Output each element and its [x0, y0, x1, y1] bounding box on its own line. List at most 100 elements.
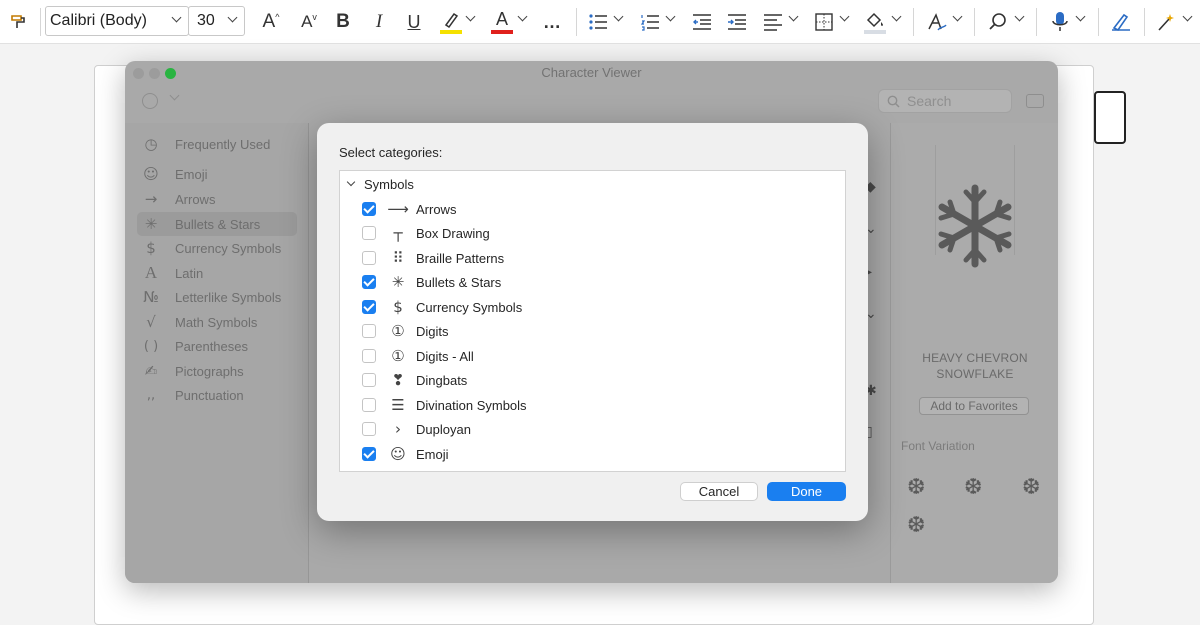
character-inspector: HEAVY CHEVRON SNOWFLAKE Add to Favorites…	[890, 123, 1058, 583]
more-options-button[interactable]: …	[540, 6, 564, 38]
category-list[interactable]: Symbols ⟶ Arrows ┬ Box Drawing ⠿ Braille…	[339, 170, 846, 472]
bullets-button[interactable]	[586, 6, 610, 38]
category-row-currency[interactable]: $ Currency Symbols	[362, 296, 522, 318]
category-row-bullets-stars[interactable]: ✳ Bullets & Stars	[362, 271, 501, 293]
numero-icon: №	[139, 288, 163, 306]
decrease-indent-button[interactable]	[690, 6, 714, 38]
sidebar-item-latin[interactable]: A Latin	[137, 261, 297, 285]
category-row-duployan[interactable]: › Duployan	[362, 418, 471, 440]
chevron-down-icon[interactable]	[614, 12, 624, 22]
heart-icon: ❣	[386, 371, 410, 389]
chevron-down-icon[interactable]	[170, 91, 180, 101]
category-label: Duployan	[416, 422, 471, 437]
punctuation-icon: ,,	[139, 388, 163, 403]
sidebar-item-parentheses[interactable]: ( ) Parentheses	[137, 334, 297, 358]
checkbox[interactable]	[362, 398, 376, 412]
category-row-braille[interactable]: ⠿ Braille Patterns	[362, 247, 504, 269]
smiley-menu-icon[interactable]	[142, 93, 158, 109]
arrow-icon: →	[139, 190, 163, 208]
cancel-button[interactable]: Cancel	[680, 482, 758, 501]
checkbox[interactable]	[362, 373, 376, 387]
font-variation-glyph[interactable]: ❆	[907, 475, 925, 500]
category-row-box-drawing[interactable]: ┬ Box Drawing	[362, 222, 490, 244]
checkbox[interactable]	[362, 202, 376, 216]
font-variation-glyph[interactable]: ❆	[1022, 475, 1040, 500]
category-sidebar: ◷ Frequently Used ☺ Emoji → Arrows ✳ Bul…	[125, 123, 309, 583]
snowflake-icon	[935, 151, 1015, 271]
dictate-button[interactable]	[1048, 6, 1072, 38]
toolbar-separator	[974, 8, 975, 36]
character-name-line2: SNOWFLAKE	[891, 366, 1058, 382]
underline-button[interactable]: U	[403, 6, 425, 38]
character-preview	[935, 151, 1015, 271]
highlight-button[interactable]	[438, 6, 464, 38]
smiley-icon: ☺	[386, 445, 410, 463]
font-variation-glyph[interactable]: ❆	[907, 513, 925, 538]
sidebar-item-emoji[interactable]: ☺ Emoji	[137, 162, 297, 186]
category-group-symbols[interactable]: Symbols	[340, 173, 414, 195]
bold-button[interactable]: B	[332, 6, 354, 38]
sidebar-item-bullets-stars[interactable]: ✳ Bullets & Stars	[137, 212, 297, 236]
sidebar-item-letterlike[interactable]: № Letterlike Symbols	[137, 285, 297, 309]
checkbox[interactable]	[362, 226, 376, 240]
font-variation-glyph[interactable]: ❆	[964, 475, 982, 500]
align-button[interactable]	[761, 6, 785, 38]
sidebar-item-pictographs[interactable]: ✍ Pictographs	[137, 359, 297, 383]
chevron-down-icon[interactable]	[840, 12, 850, 22]
chevron-down-icon[interactable]	[666, 12, 676, 22]
shrink-font-button[interactable]: Av	[296, 6, 322, 38]
sidebar-item-math[interactable]: √ Math Symbols	[137, 310, 297, 334]
chevron-down-icon[interactable]	[1015, 12, 1025, 22]
bold-icon: B	[336, 11, 350, 33]
category-row-digits-all[interactable]: ① Digits - All	[362, 345, 474, 367]
checkbox[interactable]	[362, 324, 376, 338]
chevron-down-icon[interactable]	[518, 12, 528, 22]
font-color-button[interactable]: A	[489, 6, 515, 38]
category-row-digits[interactable]: ① Digits	[362, 320, 449, 342]
styles-button[interactable]	[925, 6, 949, 38]
add-to-favorites-button[interactable]: Add to Favorites	[919, 397, 1029, 415]
font-size-dropdown[interactable]: 30	[188, 6, 245, 36]
done-button[interactable]: Done	[767, 482, 846, 501]
checkbox[interactable]	[362, 300, 376, 314]
checkbox[interactable]	[362, 349, 376, 363]
category-row-arrows[interactable]: ⟶ Arrows	[362, 198, 456, 220]
chevron-down-icon[interactable]	[892, 12, 902, 22]
chevron-down-icon[interactable]	[1076, 12, 1086, 22]
chevron-down-icon[interactable]	[789, 12, 799, 22]
find-button[interactable]	[986, 6, 1010, 38]
chevron-down-icon[interactable]	[466, 12, 476, 22]
sidebar-item-arrows[interactable]: → Arrows	[137, 187, 297, 211]
sidebar-toggle-icon[interactable]	[1026, 94, 1044, 108]
toolbar-separator	[913, 8, 914, 36]
chevron-down-icon[interactable]	[953, 12, 963, 22]
checkbox[interactable]	[362, 275, 376, 289]
grow-font-button[interactable]: A^	[258, 6, 284, 38]
editor-pen-icon	[1110, 12, 1132, 32]
shading-button[interactable]	[862, 6, 888, 38]
chevron-down-icon[interactable]	[1183, 12, 1193, 22]
increase-indent-button[interactable]	[725, 6, 749, 38]
parentheses-icon: ( )	[139, 339, 163, 354]
toolbar-separator	[1098, 8, 1099, 36]
category-row-dingbats[interactable]: ❣ Dingbats	[362, 369, 467, 391]
category-row-divination[interactable]: ☰ Divination Symbols	[362, 394, 527, 416]
sidebar-item-frequently-used[interactable]: ◷ Frequently Used	[137, 132, 297, 156]
checkbox[interactable]	[362, 251, 376, 265]
format-painter-icon[interactable]	[4, 6, 34, 38]
italic-button[interactable]: I	[368, 6, 390, 38]
search-input[interactable]: Search	[878, 89, 1012, 113]
checkbox[interactable]	[362, 447, 376, 461]
editor-button[interactable]	[1108, 6, 1134, 38]
sidebar-item-currency[interactable]: $ Currency Symbols	[137, 236, 297, 260]
font-name-dropdown[interactable]: Calibri (Body)	[45, 6, 189, 36]
category-row-emoji[interactable]: ☺ Emoji	[362, 443, 449, 465]
checkbox[interactable]	[362, 422, 376, 436]
numbering-button[interactable]	[638, 6, 662, 38]
sidebar-item-punctuation[interactable]: ,, Punctuation	[137, 383, 297, 407]
toolbar-separator	[576, 8, 577, 36]
disclosure-chevron-icon[interactable]	[347, 178, 355, 186]
borders-button[interactable]	[812, 6, 836, 38]
text-box[interactable]	[1094, 91, 1126, 144]
designer-button[interactable]	[1154, 6, 1178, 38]
